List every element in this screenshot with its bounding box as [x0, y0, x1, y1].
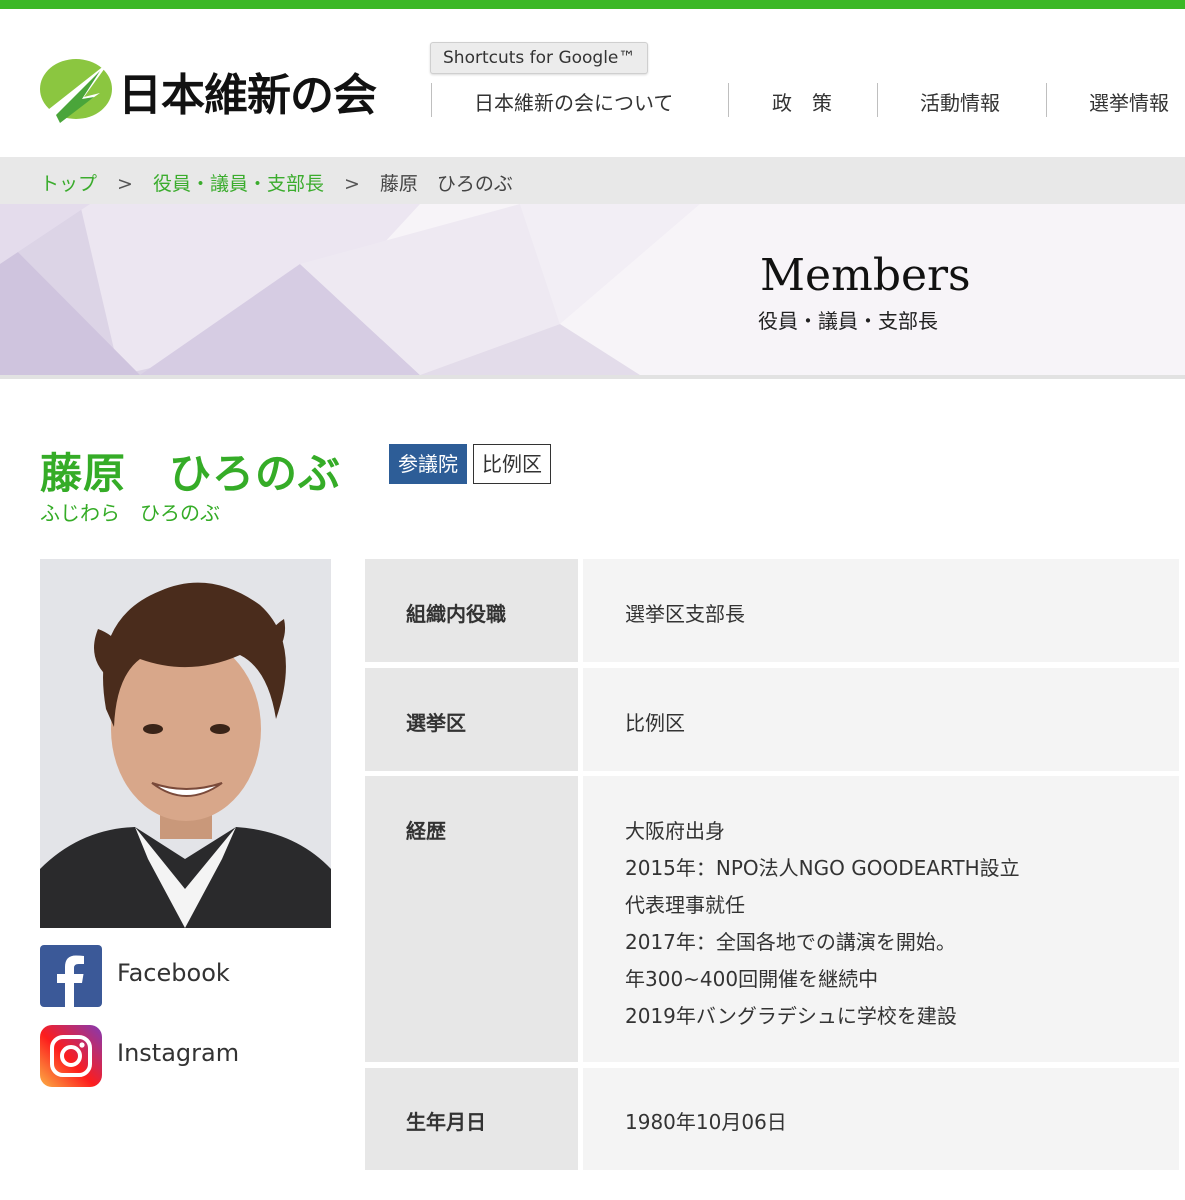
- row-label: 選挙区: [365, 668, 578, 771]
- nav-separator: [431, 83, 432, 117]
- row-value-line: 選挙区支部長: [625, 602, 745, 626]
- breadcrumb-separator: >: [117, 173, 133, 195]
- member-name: 藤原 ひろのぶ: [40, 449, 342, 498]
- facebook-link[interactable]: Facebook: [40, 945, 340, 1007]
- row-value-line: 大阪府出身: [625, 819, 725, 843]
- member-photo: [40, 559, 331, 928]
- nav-item-policy[interactable]: 政 策: [772, 87, 832, 116]
- row-value: 比例区: [583, 668, 1179, 771]
- nav-item-about[interactable]: 日本維新の会について: [474, 87, 673, 116]
- breadcrumb-current: 藤原 ひろのぶ: [379, 173, 513, 195]
- facebook-icon: [40, 945, 102, 1007]
- row-label: 経歴: [365, 776, 578, 1062]
- browser-tooltip: Shortcuts for Google™: [430, 42, 649, 74]
- instagram-label: Instagram: [117, 1039, 240, 1067]
- row-value-line: 代表理事就任: [625, 893, 745, 917]
- row-label: 生年月日: [365, 1068, 578, 1170]
- breadcrumb-separator: >: [343, 173, 360, 195]
- hero-title: Members: [760, 250, 971, 301]
- site-logo[interactable]: 日本維新の会: [38, 53, 377, 133]
- table-row: 組織内役職 選挙区支部長: [365, 559, 1179, 662]
- row-value: 大阪府出身 2015年：NPO法人NGO GOODEARTH設立 代表理事就任 …: [583, 776, 1179, 1062]
- row-value-line: 2017年：全国各地での講演を開始。: [625, 930, 956, 954]
- member-name-kana: ふじわら ひろのぶ: [40, 501, 220, 525]
- row-value-line: 比例区: [625, 711, 685, 735]
- row-value-line: 2019年バングラデシュに学校を建設: [625, 1004, 957, 1028]
- site-header: 日本維新の会 日本維新の会について 政 策 活動情報 選挙情報: [0, 9, 1185, 157]
- divider: [0, 375, 1185, 379]
- breadcrumb: トップ > 役員・議員・支部長 > 藤原 ひろのぶ: [40, 169, 513, 196]
- logo-mark-icon: [40, 59, 112, 129]
- row-value: 選挙区支部長: [583, 559, 1179, 662]
- row-value: 1980年10月06日: [583, 1068, 1179, 1170]
- nav-separator: [1046, 83, 1047, 117]
- member-portrait-image: [40, 559, 331, 928]
- row-label: 組織内役職: [365, 559, 578, 662]
- page-hero-banner: Members 役員・議員・支部長: [0, 204, 1185, 375]
- row-value-line: 年300~400回開催を継続中: [625, 967, 879, 991]
- logo-text: 日本維新の会: [118, 70, 377, 121]
- facebook-label: Facebook: [117, 959, 230, 987]
- table-row: 経歴 大阪府出身 2015年：NPO法人NGO GOODEARTH設立 代表理事…: [365, 776, 1179, 1062]
- row-value-line: 1980年10月06日: [625, 1110, 787, 1134]
- hero-subtitle: 役員・議員・支部長: [758, 309, 938, 333]
- table-row: 選挙区 比例区: [365, 668, 1179, 771]
- breadcrumb-link-members[interactable]: 役員・議員・支部長: [153, 173, 324, 195]
- instagram-link[interactable]: Instagram: [40, 1025, 340, 1087]
- nav-item-activities[interactable]: 活動情報: [920, 87, 1000, 116]
- row-value-line: 2015年：NPO法人NGO GOODEARTH設立: [625, 856, 1020, 880]
- table-row: 生年月日 1980年10月06日: [365, 1068, 1179, 1170]
- nav-separator: [877, 83, 878, 117]
- instagram-icon: [40, 1025, 102, 1087]
- house-badge: 参議院: [389, 444, 467, 484]
- district-badge: 比例区: [473, 444, 551, 484]
- nav-item-elections[interactable]: 選挙情報: [1089, 87, 1169, 116]
- breadcrumb-link-top[interactable]: トップ: [40, 173, 97, 195]
- breadcrumb-bar: トップ > 役員・議員・支部長 > 藤原 ひろのぶ: [0, 157, 1185, 204]
- top-accent-bar: [0, 0, 1185, 9]
- nav-separator: [728, 83, 729, 117]
- hero-background-pattern: [0, 204, 1185, 375]
